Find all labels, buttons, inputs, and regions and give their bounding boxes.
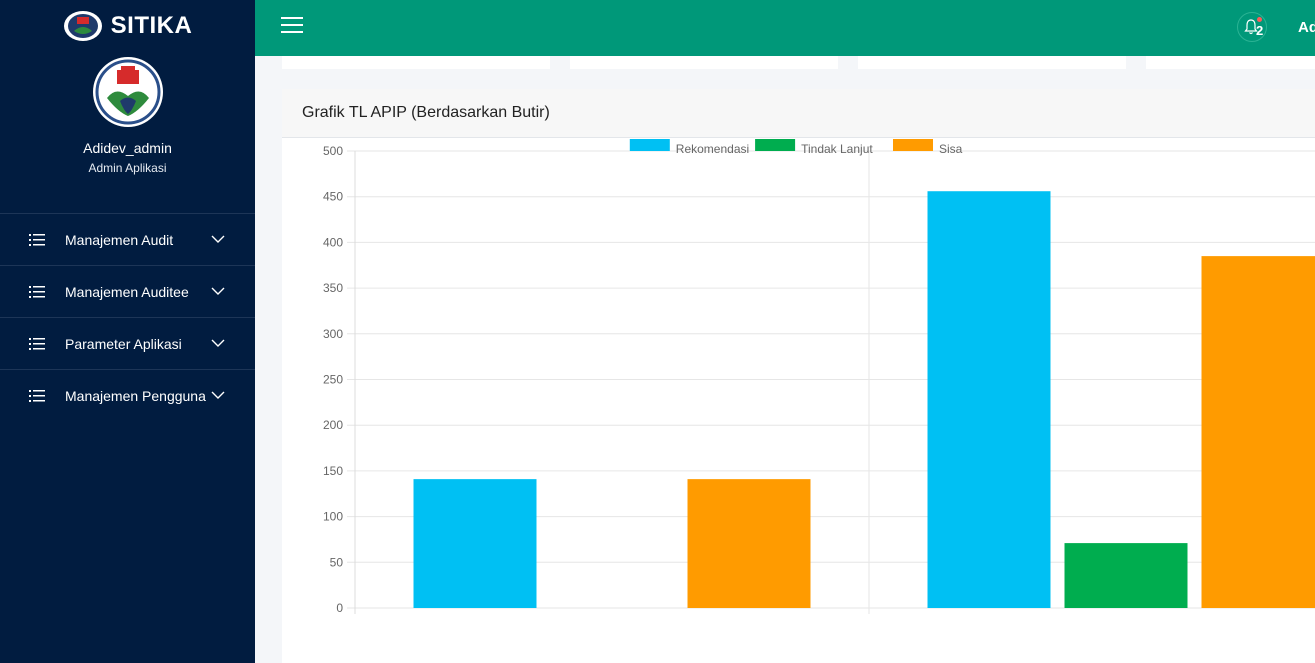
topbar: 2 Ad bbox=[255, 0, 1315, 56]
legend-swatch bbox=[755, 139, 796, 151]
y-tick-label: 0 bbox=[336, 601, 343, 615]
avatar bbox=[92, 57, 163, 127]
user-menu[interactable]: Ad bbox=[1298, 19, 1315, 36]
y-tick-label: 250 bbox=[323, 373, 343, 387]
main-content: Grafik TL APIP (Berdasarkan Butir) 0 50 10… bbox=[255, 56, 1315, 663]
panel-title: Grafik TL APIP (Berdasarkan Butir) bbox=[302, 104, 550, 121]
sidebar-item-manajemen-auditee[interactable]: Manajemen Auditee bbox=[0, 265, 255, 317]
y-tick-label: 50 bbox=[330, 555, 344, 569]
sidebar-menu: Manajemen Audit Manajemen Auditee Parame… bbox=[0, 213, 255, 421]
y-tick-label: 100 bbox=[323, 510, 343, 524]
chevron-down-icon bbox=[211, 391, 225, 399]
sidebar-item-label: Manajemen Audit bbox=[65, 231, 174, 248]
summary-card bbox=[282, 56, 550, 69]
legend-swatch bbox=[893, 139, 933, 151]
legend-swatch bbox=[629, 139, 670, 151]
legend-label: Tindak Lanjut bbox=[801, 142, 873, 156]
y-tick-label: 450 bbox=[323, 190, 343, 204]
sidebar-item-parameter-aplikasi[interactable]: Parameter Aplikasi bbox=[0, 317, 255, 369]
legend-label: Sisa bbox=[939, 142, 963, 156]
sidebar-item-label: Manajemen Auditee bbox=[65, 283, 189, 300]
brand-name: SITIKA bbox=[110, 12, 193, 39]
bar-chart: 0 50 100 150 200 250 300 350 400 450 500 Rekomendas… bbox=[323, 139, 1315, 615]
kemendes-logo-icon bbox=[63, 11, 102, 41]
user-name: Adidev_admin bbox=[83, 140, 172, 156]
sidebar: SITIKA Adidev_admin Admin Aplikasi Manaj… bbox=[0, 0, 255, 663]
bar-sisa bbox=[1201, 256, 1315, 608]
y-tick-label: 400 bbox=[323, 235, 343, 249]
chevron-down-icon bbox=[211, 339, 225, 347]
bar-rekomendasi bbox=[927, 191, 1051, 608]
list-icon bbox=[29, 389, 45, 402]
list-icon bbox=[29, 233, 45, 246]
chevron-down-icon bbox=[211, 235, 225, 243]
user-role: Admin Aplikasi bbox=[88, 161, 167, 175]
sidebar-item-label: Parameter Aplikasi bbox=[65, 335, 182, 352]
chevron-down-icon bbox=[211, 287, 225, 295]
notification-button[interactable]: 2 bbox=[1237, 12, 1267, 42]
hamburger-menu-icon[interactable] bbox=[281, 16, 303, 34]
summary-card bbox=[570, 56, 838, 69]
y-tick-label: 350 bbox=[323, 281, 343, 295]
sidebar-item-label: Manajemen Pengguna bbox=[65, 387, 206, 404]
summary-card bbox=[1146, 56, 1315, 69]
sidebar-item-manajemen-audit[interactable]: Manajemen Audit bbox=[0, 213, 255, 265]
bar-tindak-lanjut bbox=[1064, 543, 1188, 608]
y-tick-label: 300 bbox=[323, 327, 343, 341]
bar-rekomendasi bbox=[413, 479, 537, 608]
chart-panel: Grafik TL APIP (Berdasarkan Butir) 0 50 10… bbox=[282, 89, 1315, 663]
summary-card bbox=[858, 56, 1126, 69]
y-tick-label: 150 bbox=[323, 464, 343, 478]
y-tick-label: 200 bbox=[323, 418, 343, 432]
list-icon bbox=[29, 285, 45, 298]
bar-sisa bbox=[687, 479, 811, 608]
sidebar-item-manajemen-pengguna[interactable]: Manajemen Pengguna bbox=[0, 369, 255, 421]
list-icon bbox=[29, 337, 45, 350]
notification-dot bbox=[1257, 17, 1262, 22]
notification-count: 2 bbox=[1256, 23, 1264, 38]
brand[interactable]: SITIKA bbox=[0, 0, 255, 52]
y-tick-label: 500 bbox=[323, 144, 343, 158]
legend-label: Rekomendasi bbox=[676, 142, 749, 156]
panel-header: Grafik TL APIP (Berdasarkan Butir) bbox=[282, 89, 1315, 138]
